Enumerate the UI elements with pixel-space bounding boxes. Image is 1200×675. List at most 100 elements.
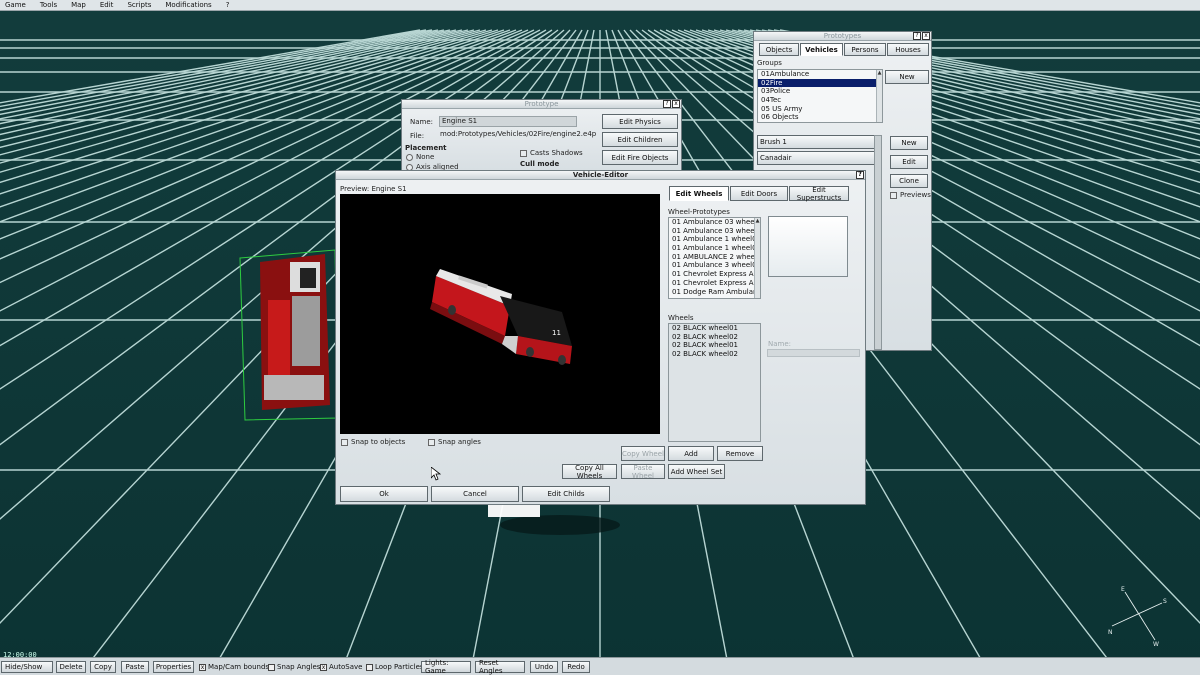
list-item[interactable]: 02 BLACK wheel01 xyxy=(669,341,760,350)
loop-particles-toggle[interactable]: Loop Particles xyxy=(366,661,424,673)
placement-none-radio[interactable] xyxy=(406,154,413,161)
reset-angles-button[interactable]: Reset Angles xyxy=(475,659,525,675)
wheel-name-field[interactable] xyxy=(767,349,860,357)
list-item[interactable]: Brush 1 xyxy=(757,135,879,149)
help-icon[interactable]: ? xyxy=(913,32,921,40)
menu-bar: Game Tools Map Edit Scripts Modification… xyxy=(0,0,1200,11)
compass-label-n: N xyxy=(1108,629,1113,636)
copy-button[interactable]: Copy xyxy=(90,661,116,673)
list-item[interactable]: 06 Objects xyxy=(758,113,882,122)
help-icon[interactable]: ? xyxy=(663,100,671,108)
hide-show-button[interactable]: Hide/Show xyxy=(1,661,53,673)
autosave-toggle[interactable]: x AutoSave xyxy=(320,661,362,673)
snap-to-objects-checkbox[interactable] xyxy=(341,439,348,446)
help-icon[interactable]: ? xyxy=(856,171,864,179)
paste-button[interactable]: Paste xyxy=(121,661,149,673)
groups-list[interactable]: 01Ambulance 02Fire 03Police 04Tec 05 US Army… xyxy=(757,69,883,123)
clone-button[interactable]: Clone xyxy=(890,174,928,188)
new-group-button[interactable]: New xyxy=(885,70,929,84)
copy-wheel-button[interactable]: Copy Wheel xyxy=(621,446,665,461)
map-cam-bounds-toggle[interactable]: x Map/Cam bounds xyxy=(199,661,269,673)
autosave-label: AutoSave xyxy=(329,663,363,671)
tab-edit-doors[interactable]: Edit Doors xyxy=(730,186,788,201)
list-item[interactable]: 01Ambulance xyxy=(758,70,882,79)
edit-button[interactable]: Edit xyxy=(890,155,928,169)
wheel-preview-box xyxy=(768,216,848,277)
menu-map[interactable]: Map xyxy=(64,1,93,9)
tab-houses[interactable]: Houses xyxy=(887,43,929,56)
wheel-prototypes-label: Wheel-Prototypes xyxy=(668,208,730,216)
wheels-label: Wheels xyxy=(668,314,694,322)
list-item[interactable]: 01 Chevrolet Express Ambu xyxy=(669,270,760,279)
item-scrollbar[interactable] xyxy=(874,135,882,350)
edit-fire-objects-button[interactable]: Edit Fire Objects xyxy=(602,150,678,165)
checkbox-icon xyxy=(268,663,275,671)
menu-help[interactable]: ? xyxy=(219,1,237,9)
menu-tools[interactable]: Tools xyxy=(33,1,64,9)
delete-button[interactable]: Delete xyxy=(56,661,86,673)
prototype-title-text: Prototype xyxy=(524,100,559,108)
edit-childs-button[interactable]: Edit Childs xyxy=(522,486,610,502)
list-item[interactable]: 01 Chevrolet Express Ambu xyxy=(669,279,760,288)
previews-label: Previews xyxy=(900,191,931,199)
add-button[interactable]: Add xyxy=(668,446,714,461)
list-item[interactable]: 01 Dodge Ram Ambulance W xyxy=(669,288,760,297)
properties-button[interactable]: Properties xyxy=(153,661,194,673)
file-path: mod:Prototypes/Vehicles/02Fire/engine2.e… xyxy=(440,130,597,138)
list-item[interactable]: 05 US Army xyxy=(758,105,882,114)
list-item[interactable]: 01 AMBULANCE 2 wheel01 xyxy=(669,253,760,262)
previews-checkbox[interactable] xyxy=(890,192,897,199)
snap-angles-toggle[interactable]: Snap Angles xyxy=(268,661,320,673)
list-item[interactable]: 01 Ambulance 1 wheel01 xyxy=(669,235,760,244)
menu-edit[interactable]: Edit xyxy=(93,1,121,9)
list-item[interactable]: 02 BLACK wheel02 xyxy=(669,350,760,359)
list-item[interactable]: 01 Ambulance 03 wheel01 xyxy=(669,218,760,227)
list-item[interactable]: 02 BLACK wheel02 xyxy=(669,333,760,342)
redo-button[interactable]: Redo xyxy=(562,661,590,673)
menu-scripts[interactable]: Scripts xyxy=(120,1,158,9)
remove-button[interactable]: Remove xyxy=(717,446,763,461)
close-icon[interactable]: x xyxy=(922,32,930,40)
menu-game[interactable]: Game xyxy=(0,1,33,9)
paste-wheel-button[interactable]: Paste Wheel xyxy=(621,464,665,480)
list-item[interactable]: 01 Ambulance 1 wheel02 xyxy=(669,244,760,253)
menu-modifications[interactable]: Modifications xyxy=(158,1,218,9)
tab-objects[interactable]: Objects xyxy=(759,43,799,56)
ok-button[interactable]: Ok xyxy=(340,486,428,502)
casts-shadows-checkbox[interactable] xyxy=(520,150,527,157)
list-item[interactable]: 03Police xyxy=(758,87,882,96)
edit-children-button[interactable]: Edit Children xyxy=(602,132,678,147)
tab-vehicles[interactable]: Vehicles xyxy=(800,43,843,56)
wheels-list[interactable]: 02 BLACK wheel01 02 BLACK wheel02 02 BLACK… xyxy=(668,323,761,442)
undo-button[interactable]: Undo xyxy=(530,661,558,673)
list-item[interactable]: 02Fire xyxy=(758,78,882,88)
close-icon[interactable]: x xyxy=(672,100,680,108)
edit-physics-button[interactable]: Edit Physics xyxy=(602,114,678,129)
compass-label-s: S xyxy=(1163,598,1167,605)
tab-edit-wheels[interactable]: Edit Wheels xyxy=(669,186,729,201)
list-item[interactable]: 01 Ambulance 03 wheel02 xyxy=(669,227,760,236)
list-item[interactable]: Canadair xyxy=(757,151,879,165)
snap-to-objects-label: Snap to objects xyxy=(351,438,406,446)
wheel-prototypes-list[interactable]: 01 Ambulance 03 wheel01 01 Ambulance 03 w… xyxy=(668,217,761,299)
prototypes-window-title: Prototypes ? x xyxy=(754,32,931,41)
vehicle-preview[interactable]: 11 xyxy=(340,194,660,434)
snap-angles-label: Snap angles xyxy=(438,438,481,446)
cancel-button[interactable]: Cancel xyxy=(431,486,519,502)
placement-none-label: None xyxy=(416,153,435,161)
add-wheel-set-button[interactable]: Add Wheel Set xyxy=(668,464,725,479)
lights-game-button[interactable]: Lights: Game xyxy=(421,659,471,675)
list-item[interactable]: 01 Ambulance 3 wheel01 xyxy=(669,261,760,270)
tab-persons[interactable]: Persons xyxy=(844,43,886,56)
copy-all-wheels-button[interactable]: Copy All Wheels xyxy=(562,464,617,480)
scrollbar[interactable]: ▲ xyxy=(754,218,760,298)
new-button[interactable]: New xyxy=(890,136,928,150)
scrollbar[interactable]: ▲ xyxy=(876,70,882,122)
snap-angles-checkbox[interactable] xyxy=(428,439,435,446)
name-field[interactable]: Engine S1 xyxy=(439,116,577,127)
file-label: File: xyxy=(410,132,425,140)
list-item[interactable]: 02 BLACK wheel01 xyxy=(669,324,760,333)
tab-edit-superstructs[interactable]: Edit Superstructs xyxy=(789,186,849,202)
prototype-window: Prototype ? x Name: Engine S1 File: mod:P… xyxy=(401,99,682,171)
list-item[interactable]: 04Tec xyxy=(758,96,882,105)
